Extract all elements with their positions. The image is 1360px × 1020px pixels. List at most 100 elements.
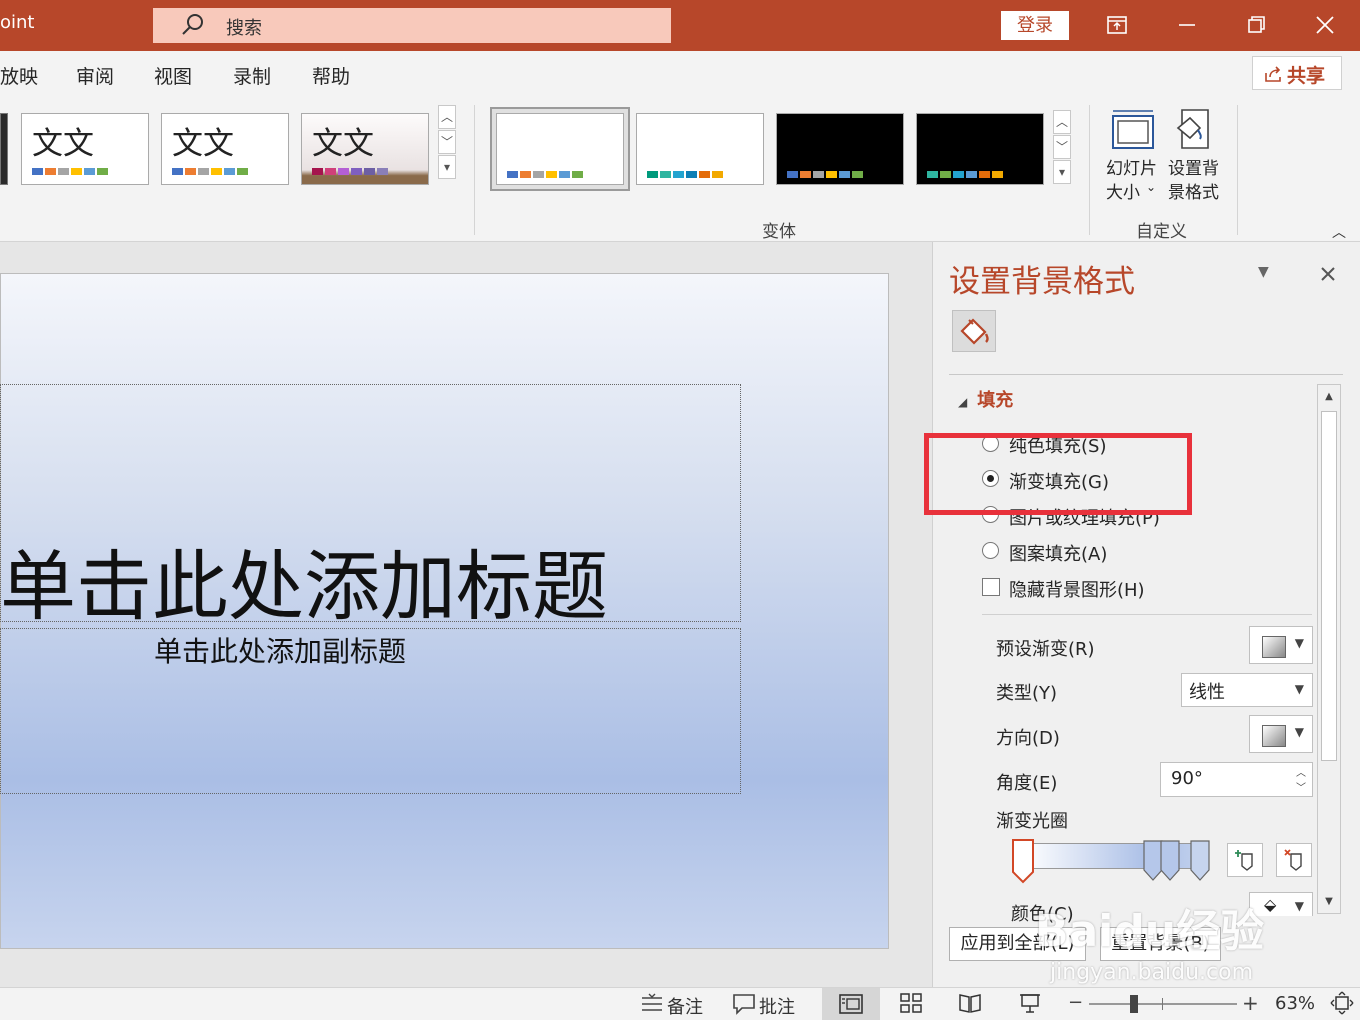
hide-graphics-checkbox[interactable]	[982, 578, 1000, 596]
scroll-up-icon[interactable]: ︿	[1053, 110, 1071, 134]
notes-button[interactable]: 备注	[667, 993, 703, 1019]
theme-thumb-text: 文文	[172, 126, 234, 162]
gradient-stop-handle[interactable]	[1160, 840, 1180, 882]
theme-thumb-2[interactable]: 文文	[161, 113, 289, 185]
pane-scrollbar[interactable]: ▲ ▼	[1317, 384, 1341, 914]
direction-label: 方向(D)	[996, 728, 1060, 749]
slideshow-icon[interactable]	[1018, 992, 1042, 1014]
chevron-down-icon: ▼	[1294, 725, 1304, 739]
scroll-down-icon[interactable]: ▼	[1319, 891, 1339, 913]
login-button[interactable]: 登录	[1001, 11, 1069, 40]
scrollbar-thumb[interactable]	[1321, 411, 1337, 761]
annotation-highlight-box	[924, 433, 1192, 515]
chevron-down-icon: ▼	[1294, 682, 1304, 696]
gradient-stop-handle[interactable]	[1190, 840, 1210, 882]
scroll-down-icon[interactable]: ﹀	[1053, 135, 1071, 159]
normal-view-icon	[839, 994, 863, 1014]
variants-group-label: 变体	[762, 222, 796, 242]
theme-thumb-1[interactable]: 文文	[21, 113, 149, 185]
preset-gradient-dropdown[interactable]: ▼	[1249, 626, 1313, 664]
chevron-down-icon: ⌄	[1146, 180, 1157, 194]
tab-help[interactable]: 帮助	[312, 62, 350, 89]
theme-thumb-3[interactable]: 文文	[301, 113, 429, 185]
format-background-icon	[1176, 109, 1209, 149]
tab-record[interactable]: 录制	[233, 62, 271, 89]
watermark-logo: Baidu经验	[1035, 906, 1265, 957]
customize-group-label: 自定义	[1136, 222, 1187, 242]
variants-scroll: ︿ ﹀ ▾	[1053, 110, 1073, 185]
zoom-in-button[interactable]: +	[1242, 991, 1259, 1015]
ribbon-display-icon[interactable]	[1102, 10, 1132, 40]
angle-input[interactable]: 90° ︿ ﹀	[1160, 762, 1313, 797]
more-icon[interactable]: ▾	[438, 155, 456, 179]
format-background-label-2: 景格式	[1168, 183, 1219, 203]
pattern-fill-radio[interactable]	[982, 542, 999, 559]
pattern-fill-label: 图案填充(A)	[1009, 544, 1108, 565]
search-icon	[182, 14, 203, 35]
normal-view-button[interactable]	[822, 988, 880, 1020]
collapse-ribbon-icon[interactable]: ︿	[1332, 222, 1346, 242]
type-value: 线性	[1189, 682, 1225, 703]
reading-view-icon[interactable]	[958, 992, 982, 1014]
fit-to-window-icon[interactable]	[1330, 991, 1354, 1015]
angle-value: 90°	[1171, 768, 1203, 789]
slide-title-text: 单击此处添加标题	[0, 542, 608, 631]
slide-size-label-2: 大小	[1106, 183, 1140, 203]
gradient-stop-handle[interactable]	[1011, 838, 1035, 884]
gradient-stops-bar[interactable]	[1022, 843, 1208, 869]
ribbon-separator	[1089, 105, 1090, 235]
comments-button[interactable]: 批注	[759, 993, 795, 1019]
slide-size-button[interactable]: 幻灯片 大小 ⌄	[1102, 104, 1164, 204]
pane-close-icon[interactable]	[1318, 264, 1338, 284]
add-stop-icon	[1235, 850, 1253, 871]
gradient-swatch	[1262, 636, 1286, 658]
ribbon-separator	[1237, 105, 1238, 235]
remove-stop-button[interactable]	[1276, 843, 1312, 877]
variant-thumb-4[interactable]	[916, 113, 1044, 185]
tab-slideshow[interactable]: 放映	[0, 62, 38, 89]
close-icon[interactable]	[1310, 10, 1340, 40]
tab-review[interactable]: 审阅	[76, 62, 114, 89]
more-icon[interactable]: ▾	[1053, 160, 1071, 184]
zoom-slider-track[interactable]	[1089, 1003, 1237, 1005]
share-button[interactable]: 共享	[1252, 56, 1342, 90]
comment-icon	[733, 994, 755, 1015]
slide-sorter-icon[interactable]	[899, 992, 923, 1014]
add-stop-button[interactable]	[1227, 843, 1263, 877]
fill-tab[interactable]	[952, 310, 996, 352]
variant-thumb-2[interactable]	[636, 113, 764, 185]
watermark-url: jingyan.baidu.com	[1050, 960, 1254, 985]
tab-view[interactable]: 视图	[154, 62, 192, 89]
direction-dropdown[interactable]: ▼	[1249, 715, 1313, 753]
ribbon-separator	[474, 105, 475, 235]
app-name: oint	[0, 12, 35, 33]
zoom-level[interactable]: 63%	[1275, 993, 1315, 1014]
pane-options-icon[interactable]: ▼	[1258, 264, 1269, 280]
slide-subtitle-text: 单击此处添加副标题	[154, 635, 407, 668]
options-divider	[982, 614, 1312, 615]
spin-up-icon[interactable]: ︿	[1296, 764, 1306, 779]
variant-thumb-3[interactable]	[776, 113, 904, 185]
scroll-up-icon[interactable]: ▲	[1319, 386, 1339, 408]
minimize-icon[interactable]	[1172, 10, 1202, 40]
zoom-out-button[interactable]: −	[1068, 992, 1083, 1013]
chevron-down-icon: ▼	[1294, 636, 1304, 650]
share-icon	[1265, 66, 1281, 82]
format-background-button[interactable]: 设置背 景格式	[1166, 104, 1228, 204]
themes-scroll: ︿ ﹀ ▾	[438, 105, 458, 180]
notes-icon	[642, 993, 662, 1011]
format-background-label-1: 设置背	[1168, 159, 1219, 179]
preset-gradient-label: 预设渐变(R)	[996, 639, 1095, 660]
spin-down-icon[interactable]: ﹀	[1296, 779, 1306, 794]
scroll-up-icon[interactable]: ︿	[438, 105, 456, 129]
restore-icon[interactable]	[1241, 10, 1271, 40]
theme-thumb-partial[interactable]	[0, 113, 8, 185]
zoom-slider-thumb[interactable]	[1130, 995, 1138, 1013]
type-dropdown[interactable]: 线性 ▼	[1181, 673, 1313, 707]
fill-section-label: 填充	[977, 390, 1014, 411]
variant-thumb-1[interactable]	[496, 113, 624, 185]
collapse-triangle-icon: ◢	[958, 395, 968, 409]
scroll-down-icon[interactable]: ﹀	[438, 130, 456, 154]
chevron-down-icon: ▼	[1294, 899, 1304, 913]
fill-section-header[interactable]: ◢ 填充	[958, 386, 1013, 412]
